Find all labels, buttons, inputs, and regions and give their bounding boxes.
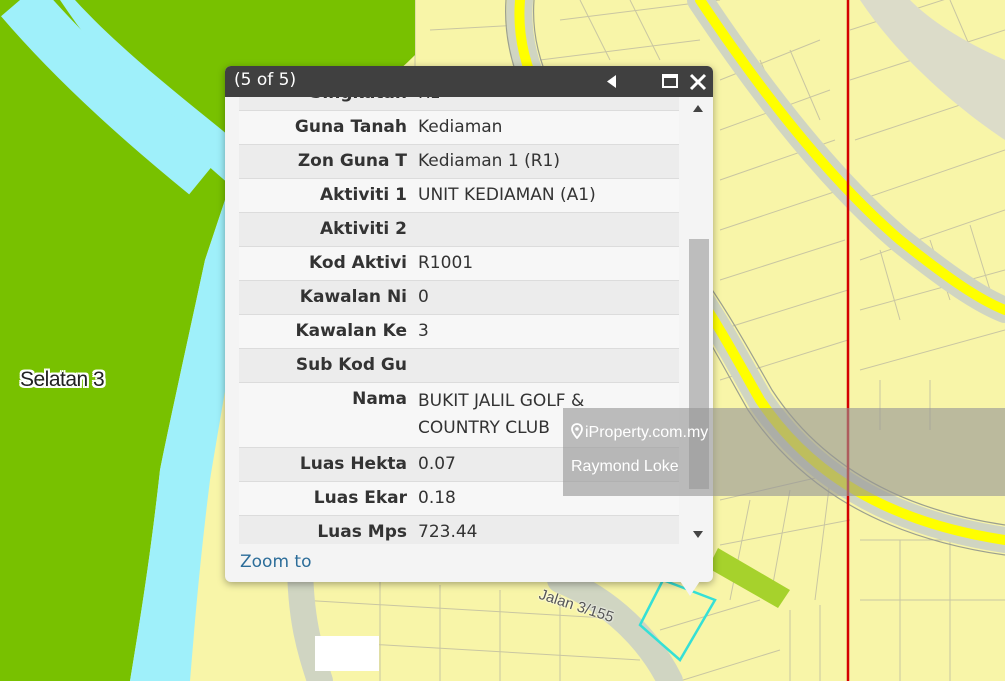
attribute-key: Luas Hekta (299, 454, 407, 474)
zoom-to-link[interactable]: Zoom to (240, 552, 311, 572)
attribute-key: Nama (352, 389, 407, 409)
attribute-key: Singkatan (239, 97, 407, 110)
attribute-value (407, 349, 679, 382)
attribute-value (407, 213, 679, 246)
watermark: iProperty.com.my Raymond Loke (563, 408, 1005, 496)
close-button[interactable] (687, 66, 709, 97)
maximize-button[interactable] (661, 66, 679, 97)
attribute-row: Zon Guna T Kediaman 1 (R1) (239, 145, 679, 179)
location-pin-icon (571, 423, 583, 439)
attribute-key: Kawalan Ni (299, 287, 407, 307)
area-label: Selatan 3 (20, 368, 105, 391)
attribute-value: UNIT KEDIAMAN (A1) (418, 185, 596, 205)
close-icon (689, 73, 707, 91)
attribute-value: 0 (418, 287, 429, 307)
watermark-agent: Raymond Loke (571, 458, 679, 475)
attribute-key: Kod Aktivi (309, 253, 407, 273)
attribute-value: R1 (407, 97, 679, 110)
maximize-icon (662, 74, 678, 88)
attribute-key: Sub Kod Gu (295, 355, 407, 375)
attribute-key: Luas Mps (317, 522, 407, 542)
triangle-left-icon (607, 75, 616, 88)
attribute-key: Zon Guna T (297, 151, 407, 171)
attribute-row: Aktiviti 2 (239, 213, 679, 247)
white-lot (315, 636, 379, 671)
attribute-row: Sub Kod Gu (239, 349, 679, 383)
popup-title: (5 of 5) (234, 70, 297, 90)
attribute-value: 3 (418, 321, 429, 341)
info-popup: (5 of 5) Singkatan R1 Guna Tanah Kediaman… (225, 66, 713, 582)
previous-button[interactable] (601, 66, 621, 97)
attribute-value: Kediaman (418, 117, 503, 137)
popup-header: (5 of 5) (225, 66, 713, 97)
watermark-brand-text: iProperty.com.my (585, 424, 709, 441)
attribute-row: Guna Tanah Kediaman (239, 111, 679, 145)
attribute-row: Kawalan Ke 3 (239, 315, 679, 349)
attribute-row: Singkatan R1 (239, 97, 679, 111)
attribute-key: Luas Ekar (313, 488, 407, 508)
scroll-down-icon[interactable] (693, 531, 703, 538)
attribute-value: Kediaman 1 (R1) (418, 151, 560, 171)
popup-pointer (678, 578, 702, 596)
attribute-key: Aktiviti 2 (319, 219, 407, 239)
attribute-key: Guna Tanah (294, 117, 407, 137)
attribute-value: 723.44 (418, 522, 478, 542)
watermark-brand: iProperty.com.my (571, 423, 708, 442)
scroll-up-icon[interactable] (693, 105, 703, 112)
attribute-row: Aktiviti 1 UNIT KEDIAMAN (A1) (239, 179, 679, 213)
attribute-row: Kod Aktivi R1001 (239, 247, 679, 281)
attribute-row: Kawalan Ni 0 (239, 281, 679, 315)
attribute-key: Kawalan Ke (295, 321, 407, 341)
attribute-key: Aktiviti 1 (319, 185, 407, 205)
attribute-value: R1001 (418, 253, 474, 273)
attribute-row: Luas Mps 723.44 (239, 516, 679, 544)
